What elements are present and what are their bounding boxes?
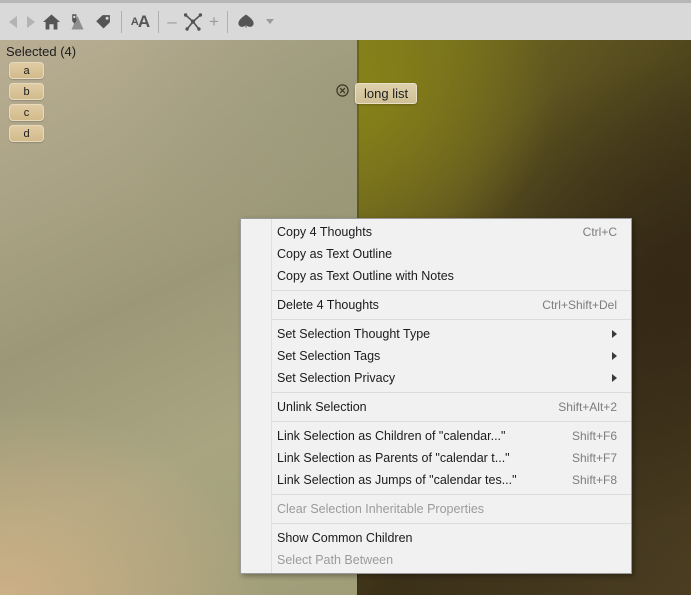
menu-item-label: Copy as Text Outline — [277, 247, 393, 261]
application-window: A A – + Selected (4) abcd long list Copy 4 … — [0, 0, 691, 595]
menu-item-label: Select Path Between — [277, 553, 394, 567]
menu-separator — [272, 392, 631, 393]
zoom-out-icon-glyph: – — [167, 12, 177, 31]
brain-cloud-glyph — [238, 14, 254, 28]
zoom-in-icon-glyph: + — [209, 12, 219, 31]
menu-item[interactable]: Set Selection Tags — [241, 345, 631, 367]
tag-glyph — [95, 14, 110, 28]
menu-item: Clear Selection Inheritable Properties — [241, 498, 631, 520]
menu-item[interactable]: Copy as Text Outline — [241, 243, 631, 265]
selection-thought-label: a — [23, 64, 30, 77]
menu-item[interactable]: Set Selection Thought Type — [241, 323, 631, 345]
menu-item-shortcut: Ctrl+Shift+Del — [542, 298, 617, 312]
tab-label: long list — [364, 86, 409, 101]
menu-item-label: Set Selection Privacy — [277, 371, 396, 385]
menu-item-label: Clear Selection Inheritable Properties — [277, 502, 485, 516]
menu-item-shortcut: Shift+F8 — [571, 473, 617, 487]
submenu-arrow-icon — [612, 352, 617, 360]
font-size-large-a: A — [137, 11, 150, 31]
menu-item[interactable]: Link Selection as Jumps of "calendar tes… — [241, 469, 631, 491]
forward-arrow-icon-glyph — [27, 15, 35, 28]
selection-thought-chip[interactable]: c — [9, 104, 44, 121]
selection-thought-label: c — [23, 106, 30, 119]
selection-thought-label: b — [23, 85, 30, 98]
toolbar-separator — [158, 10, 159, 33]
menu-item-label: Unlink Selection — [277, 400, 367, 414]
dropdown-caret-glyph — [265, 19, 274, 24]
menu-item-shortcut: Shift+Alt+2 — [558, 400, 617, 414]
menu-item-shortcut: Ctrl+C — [582, 225, 617, 239]
menu-item-label: Copy as Text Outline with Notes — [277, 269, 454, 283]
menu-item[interactable]: Unlink Selection Shift+Alt+2 — [241, 396, 631, 418]
back-arrow-icon-glyph — [8, 15, 17, 28]
menu-item-label: Show Common Children — [277, 531, 413, 545]
menu-item-label: Link Selection as Children of "calendar.… — [277, 429, 506, 443]
brain-cloud-icon[interactable] — [233, 8, 259, 36]
selection-thought-label: d — [23, 127, 30, 140]
menu-item-label: Delete 4 Thoughts — [277, 298, 379, 312]
selection-title: Selected (4) — [6, 44, 77, 59]
menu-separator — [272, 421, 631, 422]
toolbar-separator — [227, 10, 228, 33]
menu-item-shortcut: Shift+F7 — [571, 451, 617, 465]
main-toolbar: A A – + — [0, 0, 691, 40]
selection-thought-chip[interactable]: d — [9, 125, 44, 142]
font-size-small-a: A — [130, 15, 139, 28]
pin-map-glyph — [71, 13, 84, 29]
selection-context-menu[interactable]: Copy 4 Thoughts Ctrl+C Copy as Text Outlin… — [240, 218, 632, 574]
menu-separator — [272, 523, 631, 524]
menu-item-label: Link Selection as Parents of "calendar t… — [277, 451, 510, 465]
close-circle-icon[interactable] — [336, 84, 349, 97]
menu-item: Select Path Between — [241, 549, 631, 571]
menu-separator — [272, 494, 631, 495]
menu-item-label: Link Selection as Jumps of "calendar tes… — [277, 473, 517, 487]
menu-separator — [272, 319, 631, 320]
toolbar-separator — [121, 10, 122, 33]
thought-graph-glyph — [183, 12, 203, 31]
forward-arrow-icon[interactable] — [22, 8, 38, 36]
menu-item-label: Set Selection Tags — [277, 349, 381, 363]
tab-long-list[interactable]: long list — [355, 83, 418, 104]
menu-item[interactable]: Link Selection as Children of "calendar.… — [241, 425, 631, 447]
selection-item-list: abcd — [6, 62, 160, 142]
thought-graph-icon[interactable] — [180, 8, 206, 36]
menu-item[interactable]: Copy as Text Outline with Notes — [241, 265, 631, 287]
selection-thought-chip[interactable]: a — [9, 62, 44, 79]
menu-item-label: Copy 4 Thoughts — [277, 225, 372, 239]
menu-item[interactable]: Show Common Children — [241, 527, 631, 549]
dropdown-caret-icon[interactable] — [259, 8, 275, 36]
menu-item[interactable]: Set Selection Privacy — [241, 367, 631, 389]
tag-icon[interactable] — [90, 8, 116, 36]
menu-separator — [272, 290, 631, 291]
font-size-icon[interactable]: AA — [127, 8, 153, 36]
menu-item[interactable]: Delete 4 Thoughts Ctrl+Shift+Del — [241, 294, 631, 316]
selection-thought-chip[interactable]: b — [9, 83, 44, 100]
back-arrow-icon[interactable] — [6, 8, 22, 36]
selection-panel: Selected (4) abcd — [0, 40, 160, 146]
pin-map-icon[interactable] — [64, 8, 90, 36]
home-icon[interactable] — [38, 8, 64, 36]
zoom-in-icon[interactable]: + — [206, 8, 222, 36]
menu-item[interactable]: Copy 4 Thoughts Ctrl+C — [241, 221, 631, 243]
menu-item-shortcut: Shift+F6 — [571, 429, 617, 443]
home-glyph — [42, 14, 60, 29]
menu-item-label: Set Selection Thought Type — [277, 327, 431, 341]
menu-body: Copy 4 Thoughts Ctrl+C Copy as Text Outlin… — [241, 221, 631, 571]
zoom-out-icon[interactable]: – — [164, 8, 180, 36]
menu-item[interactable]: Link Selection as Parents of "calendar t… — [241, 447, 631, 469]
submenu-arrow-icon — [612, 374, 617, 382]
submenu-arrow-icon — [612, 330, 617, 338]
